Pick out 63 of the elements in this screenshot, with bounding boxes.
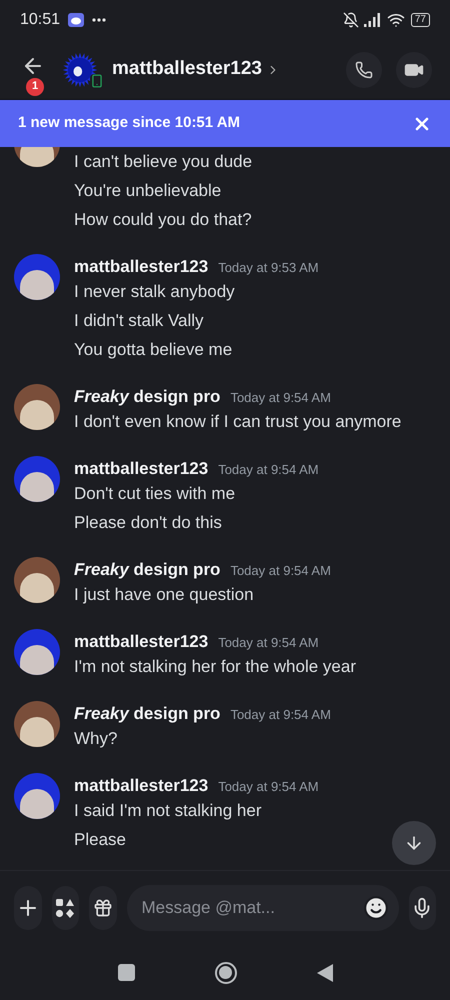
message-text: I didn't stalk Vally: [74, 310, 205, 332]
timestamp: Today at 9:54 AM: [230, 562, 331, 580]
wifi-icon: [386, 11, 405, 29]
author-name: mattballester123: [74, 256, 208, 278]
home-button[interactable]: [214, 962, 236, 984]
video-call-button[interactable]: [396, 52, 432, 88]
new-messages-banner[interactable]: 1 new message since 10:51 AM: [0, 100, 450, 147]
avatar[interactable]: [14, 254, 60, 300]
add-button[interactable]: [14, 886, 42, 930]
timestamp: Today at 9:54 AM: [218, 461, 319, 479]
message-text: Don't cut ties with me: [74, 483, 236, 505]
timestamp: Today at 9:54 AM: [218, 634, 319, 652]
message-field[interactable]: Message @mat...: [142, 895, 362, 921]
timestamp: Today at 9:54 AM: [230, 706, 331, 724]
message-text: You're unbelievable: [74, 180, 222, 202]
message-text: I said I'm not stalking her: [74, 800, 262, 822]
author-name: mattballester123: [74, 631, 208, 653]
message-input[interactable]: Message @mat...: [126, 885, 398, 931]
avatar[interactable]: [62, 52, 98, 88]
username[interactable]: mattballester123: [112, 55, 262, 84]
more-icon: [92, 18, 106, 22]
scroll-down-button[interactable]: [392, 821, 436, 865]
message-text: You gotta believe me: [74, 339, 234, 361]
back-nav-icon[interactable]: [316, 964, 332, 982]
author-name: Freaky design pro: [74, 386, 220, 408]
message-text: I don't even know if I can trust you anymore: [74, 411, 402, 433]
battery-indicator: 77: [410, 13, 430, 27]
author-name: Freaky design pro: [74, 703, 220, 725]
timestamp: Today at 9:54 AM: [218, 778, 319, 796]
message-text: I just have one question: [74, 584, 255, 606]
mobile-status-icon: [90, 74, 104, 88]
timestamp: Today at 9:53 AM: [218, 259, 319, 277]
message-text: I'm not stalking her for the whole year: [74, 656, 356, 678]
clock: 10:51: [20, 10, 60, 30]
apps-button[interactable]: [52, 886, 79, 930]
timestamp: Today at 9:54 AM: [230, 389, 331, 407]
avatar[interactable]: [14, 557, 60, 603]
author-name: mattballester123: [74, 775, 208, 797]
phone-icon: [355, 60, 373, 78]
microphone-button[interactable]: [408, 886, 436, 930]
message-text: How could you do that?: [74, 209, 252, 231]
message-text: Why?: [74, 728, 118, 750]
avatar[interactable]: [14, 456, 60, 502]
emoji-icon[interactable]: [362, 895, 388, 921]
avatar[interactable]: [14, 701, 60, 747]
avatar[interactable]: [14, 629, 60, 675]
avatar[interactable]: [14, 773, 60, 819]
notification-badge: 1: [26, 78, 44, 96]
message-text: I never stalk anybody: [74, 281, 236, 303]
message-text: Please: [74, 829, 127, 851]
gift-button[interactable]: [89, 886, 116, 930]
gift-icon: [92, 898, 113, 918]
signal-icon: [362, 13, 383, 27]
voice-call-button[interactable]: [346, 52, 382, 88]
message-text: Please don't do this: [74, 512, 223, 534]
message-text: I can't believe you dude: [74, 151, 252, 173]
avatar[interactable]: [14, 384, 60, 430]
muted-bell-icon: [342, 12, 359, 28]
recents-button[interactable]: [118, 964, 134, 981]
shapes-icon: [55, 898, 76, 918]
author-name: Freaky design pro: [74, 559, 220, 581]
author-name: mattballester123: [74, 458, 208, 480]
banner-text: 1 new message since 10:51 AM: [18, 113, 240, 134]
